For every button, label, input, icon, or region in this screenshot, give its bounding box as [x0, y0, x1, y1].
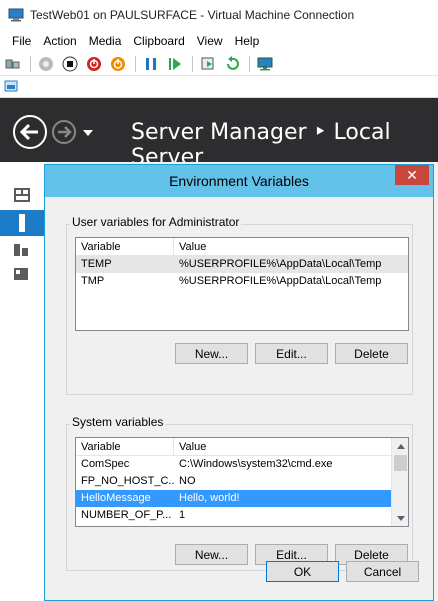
checkpoint-icon[interactable] [199, 55, 217, 73]
user-new-button[interactable]: New... [175, 343, 248, 364]
menu-clipboard[interactable]: Clipboard [127, 34, 190, 48]
menu-help[interactable]: Help [229, 34, 266, 48]
cancel-button[interactable]: Cancel [346, 561, 419, 582]
dialog-title: Environment Variables [169, 173, 309, 189]
variable-name: NUMBER_OF_P... [81, 509, 172, 521]
user-delete-button[interactable]: Delete [335, 343, 408, 364]
environment-variables-dialog: Environment Variables ✕ User variables f… [44, 164, 434, 601]
variable-value: %USERPROFILE%\AppData\Local\Temp [179, 258, 382, 270]
vm-titlebar: TestWeb01 on PAULSURFACE - Virtual Machi… [0, 0, 438, 30]
system-variables-label: System variables [70, 415, 166, 429]
system-new-button[interactable]: New... [175, 544, 248, 565]
vertical-scrollbar[interactable] [391, 438, 408, 526]
list-item-selected[interactable]: HelloMessage Hello, world! [76, 490, 393, 507]
scroll-up-icon[interactable] [392, 438, 408, 454]
menu-bar: File Action Media Clipboard View Help [0, 30, 438, 52]
column-header-variable[interactable]: Variable [76, 238, 174, 255]
variable-value: %USERPROFILE%\AppData\Local\Temp [179, 275, 382, 287]
dashboard-icon[interactable] [14, 188, 30, 205]
resume-icon[interactable] [166, 55, 184, 73]
dialog-body: User variables for Administrator Variabl… [45, 197, 433, 600]
system-variables-list[interactable]: Variable Value ComSpec C:\Windows\system… [75, 437, 409, 527]
nav-local-server-selected[interactable] [0, 210, 46, 236]
menu-view[interactable]: View [191, 34, 229, 48]
forward-arrow-icon[interactable] [51, 119, 77, 148]
scroll-down-icon[interactable] [392, 510, 408, 526]
back-arrow-icon[interactable] [12, 114, 48, 153]
variable-value: C:\Windows\system32\cmd.exe [179, 458, 333, 470]
user-edit-button[interactable]: Edit... [255, 343, 328, 364]
variable-value: NO [179, 475, 196, 487]
shutdown-icon[interactable] [85, 55, 103, 73]
turn-off-icon[interactable] [61, 55, 79, 73]
enhanced-session-icon[interactable] [256, 55, 274, 73]
guest-app-icon [4, 80, 18, 97]
file-storage-icon[interactable] [14, 266, 30, 285]
ctrl-alt-del-icon[interactable] [4, 55, 22, 73]
revert-icon[interactable] [223, 55, 241, 73]
variable-name: ComSpec [81, 458, 130, 470]
column-header-variable[interactable]: Variable [76, 438, 174, 455]
window-title: TestWeb01 on PAULSURFACE - Virtual Machi… [30, 8, 355, 22]
close-button[interactable]: ✕ [395, 165, 429, 185]
menu-action[interactable]: Action [37, 34, 82, 48]
list-item[interactable]: TEMP %USERPROFILE%\AppData\Local\Temp [76, 256, 408, 273]
guest-top-strip [0, 78, 438, 98]
variable-name: FP_NO_HOST_C... [81, 475, 174, 487]
list-item[interactable]: TMP %USERPROFILE%\AppData\Local\Temp [76, 273, 408, 290]
start-icon[interactable] [37, 55, 55, 73]
vm-connection-icon [8, 8, 24, 22]
variable-value: Hello, world! [179, 492, 240, 504]
local-server-icon [14, 214, 30, 235]
column-header-value[interactable]: Value [174, 438, 393, 455]
variable-value: 1 [179, 509, 186, 521]
user-variables-label: User variables for Administrator [70, 215, 242, 229]
scrollbar-thumb[interactable] [394, 455, 407, 471]
dialog-titlebar: Environment Variables ✕ [45, 165, 433, 197]
vm-toolbar [0, 52, 438, 76]
history-dropdown-icon[interactable] [82, 126, 94, 140]
toolbar-separator [249, 55, 250, 72]
variable-name: TMP [81, 275, 105, 287]
column-header-value[interactable]: Value [174, 238, 408, 255]
pause-icon[interactable] [142, 55, 160, 73]
server-manager-nav [0, 162, 46, 601]
list-item[interactable]: FP_NO_HOST_C... NO [76, 473, 393, 490]
variable-name: TEMP [81, 258, 112, 270]
toolbar-separator [30, 55, 31, 72]
list-item[interactable]: NUMBER_OF_P... 1 [76, 507, 393, 524]
power-icon[interactable] [109, 55, 127, 73]
menu-media[interactable]: Media [83, 34, 128, 48]
all-servers-icon[interactable] [14, 242, 30, 261]
variable-name: HelloMessage [81, 492, 151, 504]
ok-button[interactable]: OK [266, 561, 339, 582]
close-icon: ✕ [406, 166, 418, 183]
toolbar-separator [192, 55, 193, 72]
user-variables-list[interactable]: Variable Value TEMP %USERPROFILE%\AppDat… [75, 237, 409, 331]
list-header: Variable Value [76, 238, 408, 256]
toolbar-separator [135, 55, 136, 72]
menu-file[interactable]: File [6, 34, 37, 48]
list-item[interactable]: ComSpec C:\Windows\system32\cmd.exe [76, 456, 393, 473]
list-header: Variable Value [76, 438, 393, 456]
